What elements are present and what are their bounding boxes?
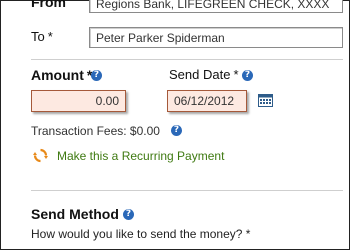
to-payee-value: Peter Parker Spiderman [96,30,225,45]
amount-label: Amount * [31,67,93,83]
send-date-help-icon[interactable]: ? [242,70,253,81]
refresh-icon[interactable] [33,148,48,163]
send-method-heading: Send Method [31,206,119,222]
calendar-icon[interactable] [258,94,273,107]
from-label: From [31,0,66,10]
amount-help-icon[interactable]: ? [91,70,102,81]
send-date-value: 06/12/2012 [174,94,235,108]
send-method-help-icon[interactable]: ? [123,209,134,220]
send-date-input[interactable]: 06/12/2012 [167,90,247,112]
fees-help-icon[interactable]: ? [171,125,182,136]
amount-value: 0.00 [95,94,119,108]
send-date-label: Send Date * [169,67,239,82]
from-account-value: Regions Bank, LIFEGREEN CHECK, XXXX [96,0,330,11]
to-label: To * [31,29,53,44]
section-divider-top [31,59,343,60]
transaction-fees-text: Transaction Fees: $0.00 [31,124,160,138]
section-divider-bottom [31,190,343,191]
to-payee-select[interactable]: Peter Parker Spiderman [89,27,343,48]
amount-input[interactable]: 0.00 [31,90,126,112]
recurring-payment-link[interactable]: Make this a Recurring Payment [57,149,224,163]
from-account-select[interactable]: Regions Bank, LIFEGREEN CHECK, XXXX [89,0,343,13]
send-method-question: How would you like to send the money? * [31,227,251,241]
